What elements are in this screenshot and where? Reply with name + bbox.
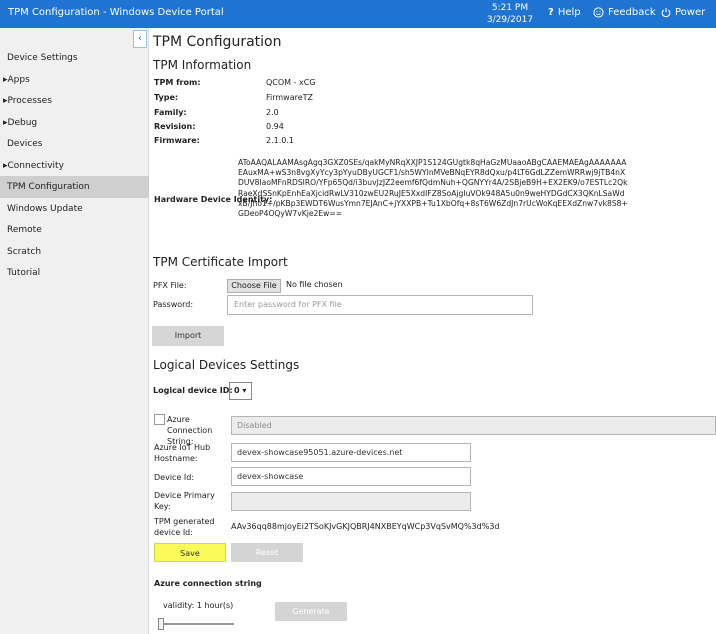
sidebar-item-windows-update[interactable]: Windows Update — [0, 198, 149, 220]
password-input[interactable]: Enter password for PFX file — [227, 295, 533, 315]
title-bar: TPM Configuration - Windows Device Porta… — [0, 0, 716, 28]
type-value: FirmwareTZ — [266, 93, 314, 102]
family-value: 2.0 — [266, 108, 279, 117]
azure-connection-string-heading: Azure connection string — [154, 579, 262, 588]
validity-slider-handle[interactable] — [158, 618, 164, 630]
power-button[interactable]: Power — [661, 7, 705, 18]
clock-date: 3/29/2017 — [486, 15, 534, 25]
logical-device-id-label: Logical device ID: — [153, 386, 233, 395]
certificate-import-heading: TPM Certificate Import — [153, 255, 288, 269]
sidebar-item-processes[interactable]: ▸Processes — [0, 90, 149, 112]
device-id-label: Device Id: — [154, 473, 195, 482]
logical-device-id-select[interactable]: 0 ▾ — [229, 382, 252, 400]
generated-device-id-label: TPM generated device Id: — [154, 517, 215, 537]
primary-key-field[interactable] — [231, 492, 471, 511]
hardware-identity-value: AToAAQALAAMAsgAgq3GXZ0SEs/qakMyNRqXXJP1S… — [238, 158, 628, 219]
family-label: Family: — [154, 108, 187, 117]
save-button[interactable]: Save — [154, 543, 226, 562]
hostname-label: Azure IoT Hub Hostname: — [154, 443, 211, 463]
clock: 5:21 PM 3/29/2017 — [470, 2, 550, 26]
sidebar-item-scratch[interactable]: Scratch — [0, 241, 149, 263]
sidebar-item-device-settings[interactable]: Device Settings — [0, 47, 149, 69]
main-content: TPM Configuration TPM Information TPM fr… — [150, 28, 716, 634]
reset-button[interactable]: Reset — [231, 543, 303, 562]
tpm-from-value: QCOM - xCG — [266, 78, 316, 87]
tpm-information-heading: TPM Information — [153, 58, 252, 72]
type-label: Type: — [154, 93, 179, 102]
clock-time: 5:21 PM — [491, 3, 529, 13]
chevron-left-icon: ‹ — [138, 33, 142, 44]
password-label: Password: — [153, 300, 194, 309]
import-button[interactable]: Import — [152, 326, 224, 346]
logical-devices-heading: Logical Devices Settings — [153, 358, 300, 372]
collapse-sidebar-button[interactable]: ‹ — [133, 30, 147, 48]
validity-slider-track[interactable] — [158, 623, 234, 625]
sidebar-item-debug[interactable]: ▸Debug — [0, 112, 149, 134]
generated-device-id-value: AAv36qq88mjoyEi2TSoKJvGKJQBRJ4NXBEYqWCp3… — [231, 522, 500, 531]
sidebar-item-connectivity[interactable]: ▸Connectivity — [0, 155, 149, 177]
feedback-button[interactable]: Feedback — [593, 7, 656, 18]
help-label: Help — [557, 7, 581, 18]
azure-connection-checkbox[interactable] — [154, 414, 165, 425]
sidebar: ‹ Device Settings ▸Apps ▸Processes ▸Debu… — [0, 28, 149, 634]
page-title: TPM Configuration — [153, 34, 282, 50]
help-button[interactable]: ? Help — [548, 7, 581, 18]
tpm-from-label: TPM from: — [154, 78, 201, 87]
validity-label: validity: 1 hour(s) — [163, 601, 234, 610]
app-title: TPM Configuration - Windows Device Porta… — [8, 7, 224, 18]
pfx-file-label: PFX File: — [153, 281, 187, 290]
sidebar-item-devices[interactable]: Devices — [0, 133, 149, 155]
sidebar-item-remote[interactable]: Remote — [0, 219, 149, 241]
device-id-field[interactable]: devex-showcase — [231, 467, 471, 486]
question-mark-icon: ? — [548, 7, 554, 18]
power-label: Power — [675, 7, 706, 18]
primary-key-label: Device Primary Key: — [154, 491, 215, 511]
sidebar-item-tpm-configuration[interactable]: TPM Configuration — [0, 176, 149, 198]
power-icon — [661, 8, 671, 18]
revision-value: 0.94 — [266, 122, 284, 131]
smiley-icon — [593, 7, 604, 18]
firmware-value: 2.1.0.1 — [266, 136, 294, 145]
no-file-text: No file chosen — [286, 280, 343, 289]
hostname-field[interactable]: devex-showcase95051.azure-devices.net — [231, 443, 471, 462]
choose-file-button[interactable]: Choose File — [227, 279, 281, 293]
sidebar-item-tutorial[interactable]: Tutorial — [0, 262, 149, 284]
firmware-label: Firmware: — [154, 136, 200, 145]
sidebar-item-apps[interactable]: ▸Apps — [0, 69, 149, 91]
generate-button[interactable]: Generate — [275, 602, 347, 621]
feedback-label: Feedback — [608, 7, 656, 18]
revision-label: Revision: — [154, 122, 196, 131]
azure-connection-field[interactable]: Disabled — [231, 416, 716, 435]
